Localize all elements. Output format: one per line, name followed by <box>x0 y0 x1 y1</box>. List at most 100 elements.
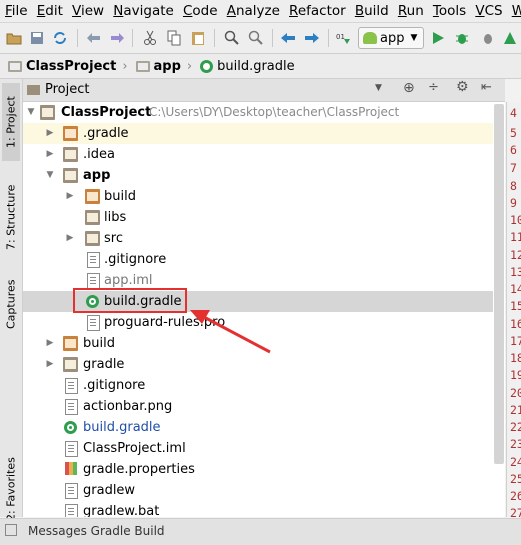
tree-label: build <box>104 189 136 204</box>
paste-icon[interactable] <box>188 28 208 48</box>
menu-tools[interactable]: Tools <box>428 0 466 22</box>
tree-item-app-gitignore[interactable]: .gitignore <box>23 249 493 270</box>
tree-scrollbar[interactable] <box>494 104 504 464</box>
tree-item-src[interactable]: ▶ src <box>23 228 493 249</box>
tree-item-classproject-iml[interactable]: ClassProject.iml <box>23 438 493 459</box>
back-icon[interactable] <box>278 28 298 48</box>
tool-window-toggle-icon[interactable] <box>5 524 17 536</box>
forward-icon[interactable] <box>302 28 322 48</box>
menu-run[interactable]: Run <box>393 0 424 22</box>
collapsed-arrow-icon[interactable]: ▶ <box>45 144 55 165</box>
scroll-from-source-icon[interactable]: ⊕ <box>403 80 415 96</box>
tab-structure[interactable]: 7: Structure <box>2 171 20 263</box>
line-number: 9 <box>510 196 517 210</box>
menu-file[interactable]: File <box>0 0 28 22</box>
sdk-manager-icon[interactable] <box>500 28 520 48</box>
replace-icon[interactable] <box>246 28 266 48</box>
folder-icon <box>63 147 78 162</box>
folder-icon <box>85 210 100 225</box>
line-number: 15 <box>510 299 521 313</box>
tree-item-app-build[interactable]: ▶ build <box>23 186 493 207</box>
tree-item-idea[interactable]: ▶ .idea <box>23 144 493 165</box>
project-view-selector[interactable]: Project <box>27 81 147 98</box>
folder-icon <box>63 126 78 141</box>
save-icon[interactable] <box>27 28 47 48</box>
tree-label: src <box>104 231 123 246</box>
tree-item-gradlew[interactable]: gradlew <box>23 480 493 501</box>
gradle-icon <box>200 59 214 73</box>
collapsed-arrow-icon[interactable]: ▶ <box>45 123 55 144</box>
redo-icon[interactable] <box>107 28 127 48</box>
panel-title: Project <box>45 82 90 97</box>
bottom-tool-bar: Messages Gradle Build <box>0 518 521 545</box>
tree-label: ClassProject.iml <box>83 441 186 456</box>
sync-icon[interactable] <box>50 28 70 48</box>
menu-window[interactable]: Windo <box>507 0 521 22</box>
iml-file-icon <box>87 273 100 289</box>
tree-item-build-gradle[interactable]: build.gradle <box>23 417 493 438</box>
bottom-tabs-label[interactable]: Messages Gradle Build <box>28 524 165 538</box>
open-folder-icon[interactable] <box>4 28 24 48</box>
tree-item-gradle-properties[interactable]: gradle.properties <box>23 459 493 480</box>
tree-item-gradlew-bat[interactable]: gradlew.bat <box>23 501 493 517</box>
line-number: 4 <box>510 106 517 120</box>
line-number: 24 <box>510 455 521 469</box>
collapse-all-icon[interactable]: ÷ <box>428 80 439 95</box>
tree-label: gradle <box>83 357 125 372</box>
gear-icon[interactable]: ⚙ <box>456 79 469 95</box>
tree-item-classproject[interactable]: ▼ ClassProject C:\Users\DY\Desktop\teach… <box>23 102 493 123</box>
folder-icon <box>85 231 100 246</box>
run-icon[interactable] <box>428 28 448 48</box>
chevron-down-icon[interactable]: ▼ <box>375 83 382 93</box>
menu-code[interactable]: Code <box>178 0 218 22</box>
folder-icon <box>135 60 150 72</box>
collapsed-arrow-icon[interactable]: ▶ <box>45 354 55 375</box>
tree-item-libs[interactable]: libs <box>23 207 493 228</box>
tree-label: build <box>83 336 115 351</box>
breadcrumb-item-classproject[interactable]: ClassProject › <box>8 59 128 74</box>
tree-item-gitignore[interactable]: .gitignore <box>23 375 493 396</box>
menu-view[interactable]: View <box>67 0 104 22</box>
tree-item-gradle-dir[interactable]: ▶ .gradle <box>23 123 493 144</box>
run-config-dropdown[interactable]: app ▼ <box>358 27 424 49</box>
find-icon[interactable] <box>222 28 242 48</box>
android-icon <box>363 32 377 44</box>
copy-icon[interactable] <box>164 28 184 48</box>
collapsed-arrow-icon[interactable]: ▶ <box>45 333 55 354</box>
collapsed-arrow-icon[interactable]: ▶ <box>65 186 75 207</box>
collapsed-arrow-icon[interactable]: ▶ <box>65 228 75 249</box>
line-number: 26 <box>510 489 521 503</box>
menu-edit[interactable]: Edit <box>32 0 63 22</box>
menu-build[interactable]: Build <box>350 0 389 22</box>
tree-label: build.gradle <box>83 420 161 435</box>
tab-captures[interactable]: Captures <box>2 269 20 339</box>
make-project-icon[interactable]: 01 <box>334 28 354 48</box>
chevron-right-icon: › <box>122 58 128 74</box>
expanded-arrow-icon[interactable]: ▼ <box>45 165 55 186</box>
expanded-arrow-icon[interactable]: ▼ <box>26 102 36 123</box>
tree-item-app[interactable]: ▼ app <box>23 165 493 186</box>
text-file-icon <box>87 252 100 268</box>
menu-analyze[interactable]: Analyze <box>222 0 280 22</box>
line-number: 19 <box>510 368 521 382</box>
menu-navigate[interactable]: Navigate <box>108 0 174 22</box>
hide-panel-icon[interactable]: ⇤ <box>481 80 492 95</box>
line-number: 6 <box>510 143 517 157</box>
tree-item-actionbar-png[interactable]: actionbar.png <box>23 396 493 417</box>
tab-favorites[interactable]: 2: Favorites <box>2 449 20 529</box>
tab-label: Captures <box>4 279 18 329</box>
attach-debugger-icon[interactable] <box>478 28 498 48</box>
annotation-arrow-icon <box>190 310 271 354</box>
breadcrumb-item-build-gradle[interactable]: build.gradle <box>200 59 295 74</box>
undo-icon[interactable] <box>84 28 104 48</box>
cut-icon[interactable] <box>140 28 160 48</box>
image-file-icon <box>65 399 78 415</box>
menu-refactor[interactable]: Refactor <box>284 0 346 22</box>
tree-path: C:\Users\DY\Desktop\teacher\ClassProject <box>149 105 400 119</box>
tree-label: ClassProject <box>61 105 152 120</box>
breadcrumb-item-app[interactable]: app › <box>135 59 192 74</box>
tree-label: libs <box>104 210 127 225</box>
debug-icon[interactable] <box>452 28 472 48</box>
tab-project[interactable]: 1: Project <box>2 83 20 161</box>
menu-vcs[interactable]: VCS <box>470 0 502 22</box>
